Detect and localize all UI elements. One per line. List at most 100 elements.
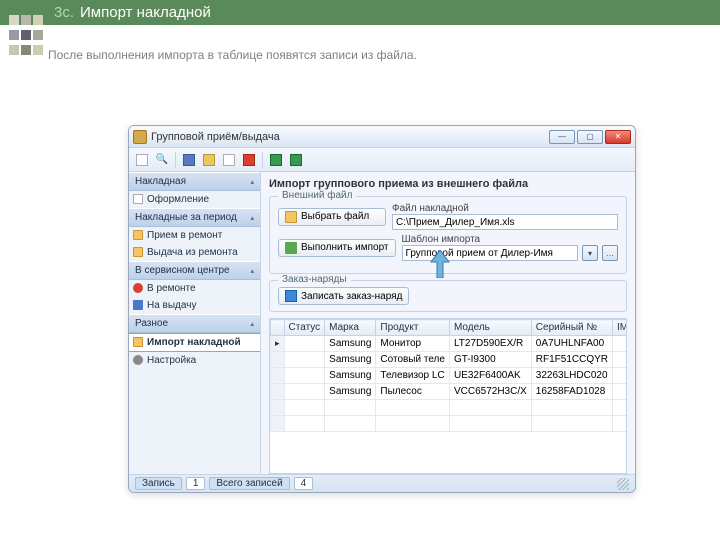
table-row-empty [271,416,628,432]
table-row[interactable]: SamsungПылесосVCC6572H3C/X16258FAD1028Ив… [271,384,628,400]
fieldset-order-legend: Заказ-наряды [278,274,351,285]
sidebar-item-vydacha[interactable]: Выдача из ремонта [129,244,260,261]
sidebar-item-navydachu[interactable]: На выдачу [129,297,260,314]
table-cell[interactable]: LT27D590EX/R [449,336,531,352]
sidebar-group-raznoe[interactable]: Разное▴ [129,314,260,333]
button-label: Выполнить импорт [301,242,389,253]
toolbar-save-icon[interactable] [180,151,198,169]
maximize-button[interactable]: ▢ [577,130,603,144]
template-label: Шаблон импорта [402,234,619,245]
table-cell[interactable] [613,336,627,352]
table-cell[interactable]: Пылесос [376,384,450,400]
table-row[interactable]: SamsungСотовый телеGT-I9300RF1F51CCQYRИв… [271,352,628,368]
window-title: Групповой приём/выдача [151,131,547,143]
folder-icon [133,337,143,347]
table-cell[interactable]: 0A7UHLNFA00 [531,336,612,352]
table-cell[interactable] [284,368,325,384]
folder-open-icon [285,211,297,223]
table-cell[interactable] [613,384,627,400]
folder-icon [133,230,143,240]
sidebar-group-service[interactable]: В сервисном центре▴ [129,261,260,280]
table-cell[interactable]: GT-I9300 [449,352,531,368]
sidebar-item-priem[interactable]: Прием в ремонт [129,227,260,244]
template-lookup-button[interactable]: … [602,245,618,261]
table-row[interactable]: ▸SamsungМониторLT27D590EX/R0A7UHLNFA00Ив… [271,336,628,352]
slide-title-text: Импорт накладной [80,4,211,21]
button-label: Записать заказ-наряд [301,291,402,302]
table-cell[interactable]: 16258FAD1028 [531,384,612,400]
sidebar-item-label: Прием в ремонт [147,230,222,241]
table-cell[interactable] [284,336,325,352]
toolbar-excel-icon[interactable] [267,151,285,169]
wrench-icon [133,283,143,293]
choose-file-button[interactable]: Выбрать файл [278,208,386,226]
row-indicator [271,352,285,368]
data-grid[interactable]: Статус Марка Продукт Модель Серийный № I… [269,318,627,474]
toolbar-edit-icon[interactable] [200,151,218,169]
table-cell[interactable] [284,384,325,400]
status-record-value: 1 [186,477,206,490]
table-cell[interactable]: VCC6572H3C/X [449,384,531,400]
template-select[interactable] [402,245,579,261]
col-imei[interactable]: IMEI [613,320,627,336]
table-cell[interactable]: UE32F6400AK [449,368,531,384]
sidebar-group-period[interactable]: Накладные за период▴ [129,208,260,227]
table-cell[interactable]: Сотовый теле [376,352,450,368]
fieldset-file: Внешний файл Выбрать файл Файл накладной… [269,196,627,274]
toolbar-delete-icon[interactable] [240,151,258,169]
col-serial[interactable]: Серийный № [531,320,612,336]
table-cell[interactable] [284,352,325,368]
table-cell[interactable] [613,352,627,368]
template-dropdown-button[interactable]: ▾ [582,245,598,261]
page-title: Импорт группового приема из внешнего фай… [269,178,627,190]
status-total-value: 4 [294,477,314,490]
close-button[interactable]: ✕ [605,130,631,144]
file-input[interactable] [392,214,618,230]
toolbar-export-icon[interactable] [287,151,305,169]
chevron-up-icon: ▴ [250,267,254,275]
app-icon [133,130,147,144]
fieldset-order: Заказ-наряды Записать заказ-наряд [269,280,627,312]
chevron-up-icon: ▴ [250,214,254,222]
sidebar-item-import[interactable]: Импорт накладной [129,333,260,352]
status-bar: Запись 1 Всего записей 4 [129,474,635,492]
col-model[interactable]: Модель [449,320,531,336]
sidebar-item-vremonte[interactable]: В ремонте [129,280,260,297]
main-panel: Импорт группового приема из внешнего фай… [261,172,635,474]
resize-grip-icon[interactable] [617,478,629,490]
sidebar-item-oformlenie[interactable]: Оформление [129,191,260,208]
minimize-button[interactable]: — [549,130,575,144]
run-import-button[interactable]: Выполнить импорт [278,239,396,257]
col-brand[interactable]: Марка [325,320,376,336]
table-cell[interactable]: RF1F51CCQYR [531,352,612,368]
row-indicator [271,384,285,400]
table-cell[interactable]: Телевизор LC [376,368,450,384]
toolbar-new-icon[interactable] [133,151,151,169]
write-order-button[interactable]: Записать заказ-наряд [278,287,409,305]
chevron-up-icon: ▴ [250,178,254,186]
table-cell[interactable]: Samsung [325,384,376,400]
toolbar-copy-icon[interactable] [220,151,238,169]
table-cell[interactable]: Монитор [376,336,450,352]
table-cell[interactable]: Samsung [325,368,376,384]
table-cell[interactable]: Samsung [325,336,376,352]
sidebar-item-settings[interactable]: Настройка [129,352,260,369]
folder-icon [133,247,143,257]
sidebar-group-label: Накладная [135,176,186,187]
toolbar-separator [262,152,263,168]
table-cell[interactable]: 32263LHDC020 [531,368,612,384]
table-cell[interactable] [613,368,627,384]
fieldset-file-legend: Внешний файл [278,190,356,201]
col-product[interactable]: Продукт [376,320,450,336]
sidebar-group-label: Разное [135,318,168,329]
app-window: Групповой приём/выдача — ▢ ✕ 🔍 Накладная… [128,125,636,493]
sidebar-item-label: Настройка [147,355,196,366]
titlebar[interactable]: Групповой приём/выдача — ▢ ✕ [129,126,635,148]
toolbar-search-icon[interactable]: 🔍 [153,151,171,169]
sidebar-item-label: Импорт накладной [147,337,241,348]
table-cell[interactable]: Samsung [325,352,376,368]
sidebar-group-nakladnaya[interactable]: Накладная ▴ [129,172,260,191]
col-status[interactable]: Статус [284,320,325,336]
table-row[interactable]: SamsungТелевизор LCUE32F6400AK32263LHDC0… [271,368,628,384]
button-label: Выбрать файл [301,211,369,222]
